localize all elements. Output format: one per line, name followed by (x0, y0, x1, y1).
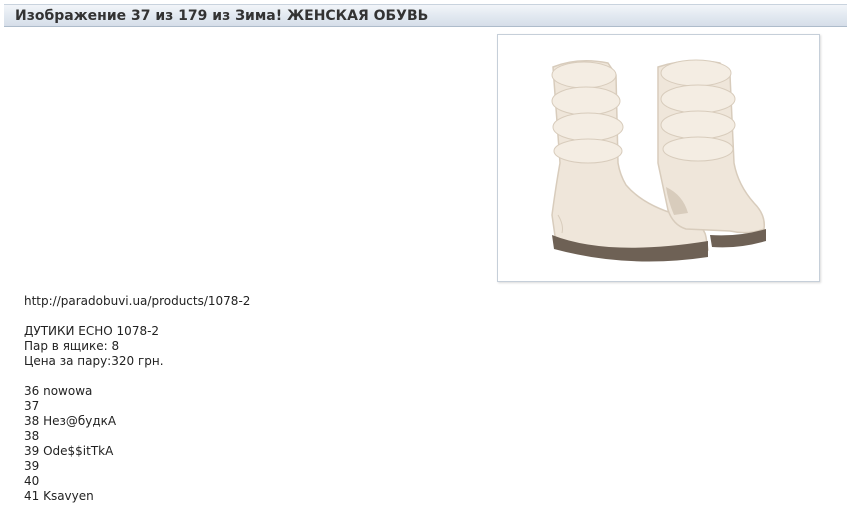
size-line: 41 Ksavyen (24, 489, 94, 503)
size-line: 36 nowowa (24, 384, 93, 398)
size-line: 40 (24, 474, 40, 488)
pairs-in-box: Пар в ящике: 8 (24, 339, 120, 353)
size-line: 38 Нез@будкА (24, 414, 117, 428)
product-info: http://paradobuvi.ua/products/1078-2 ДУТ… (24, 294, 250, 504)
page-header: Изображение 37 из 179 из Зима! ЖЕНСКАЯ О… (4, 4, 847, 27)
size-line: 39 (24, 459, 40, 473)
size-line: 37 (24, 399, 40, 413)
product-image[interactable] (497, 34, 820, 282)
product-name: ДУТИКИ ECHO 1078-2 (24, 324, 160, 338)
size-line: 38 (24, 429, 40, 443)
boots-photo-icon (508, 45, 809, 271)
page-title: Изображение 37 из 179 из Зима! ЖЕНСКАЯ О… (15, 8, 429, 24)
product-link[interactable]: http://paradobuvi.ua/products/1078-2 (24, 294, 250, 309)
price: Цена за пару:320 грн. (24, 354, 164, 368)
size-line: 39 Ode$$itTkA (24, 444, 114, 458)
